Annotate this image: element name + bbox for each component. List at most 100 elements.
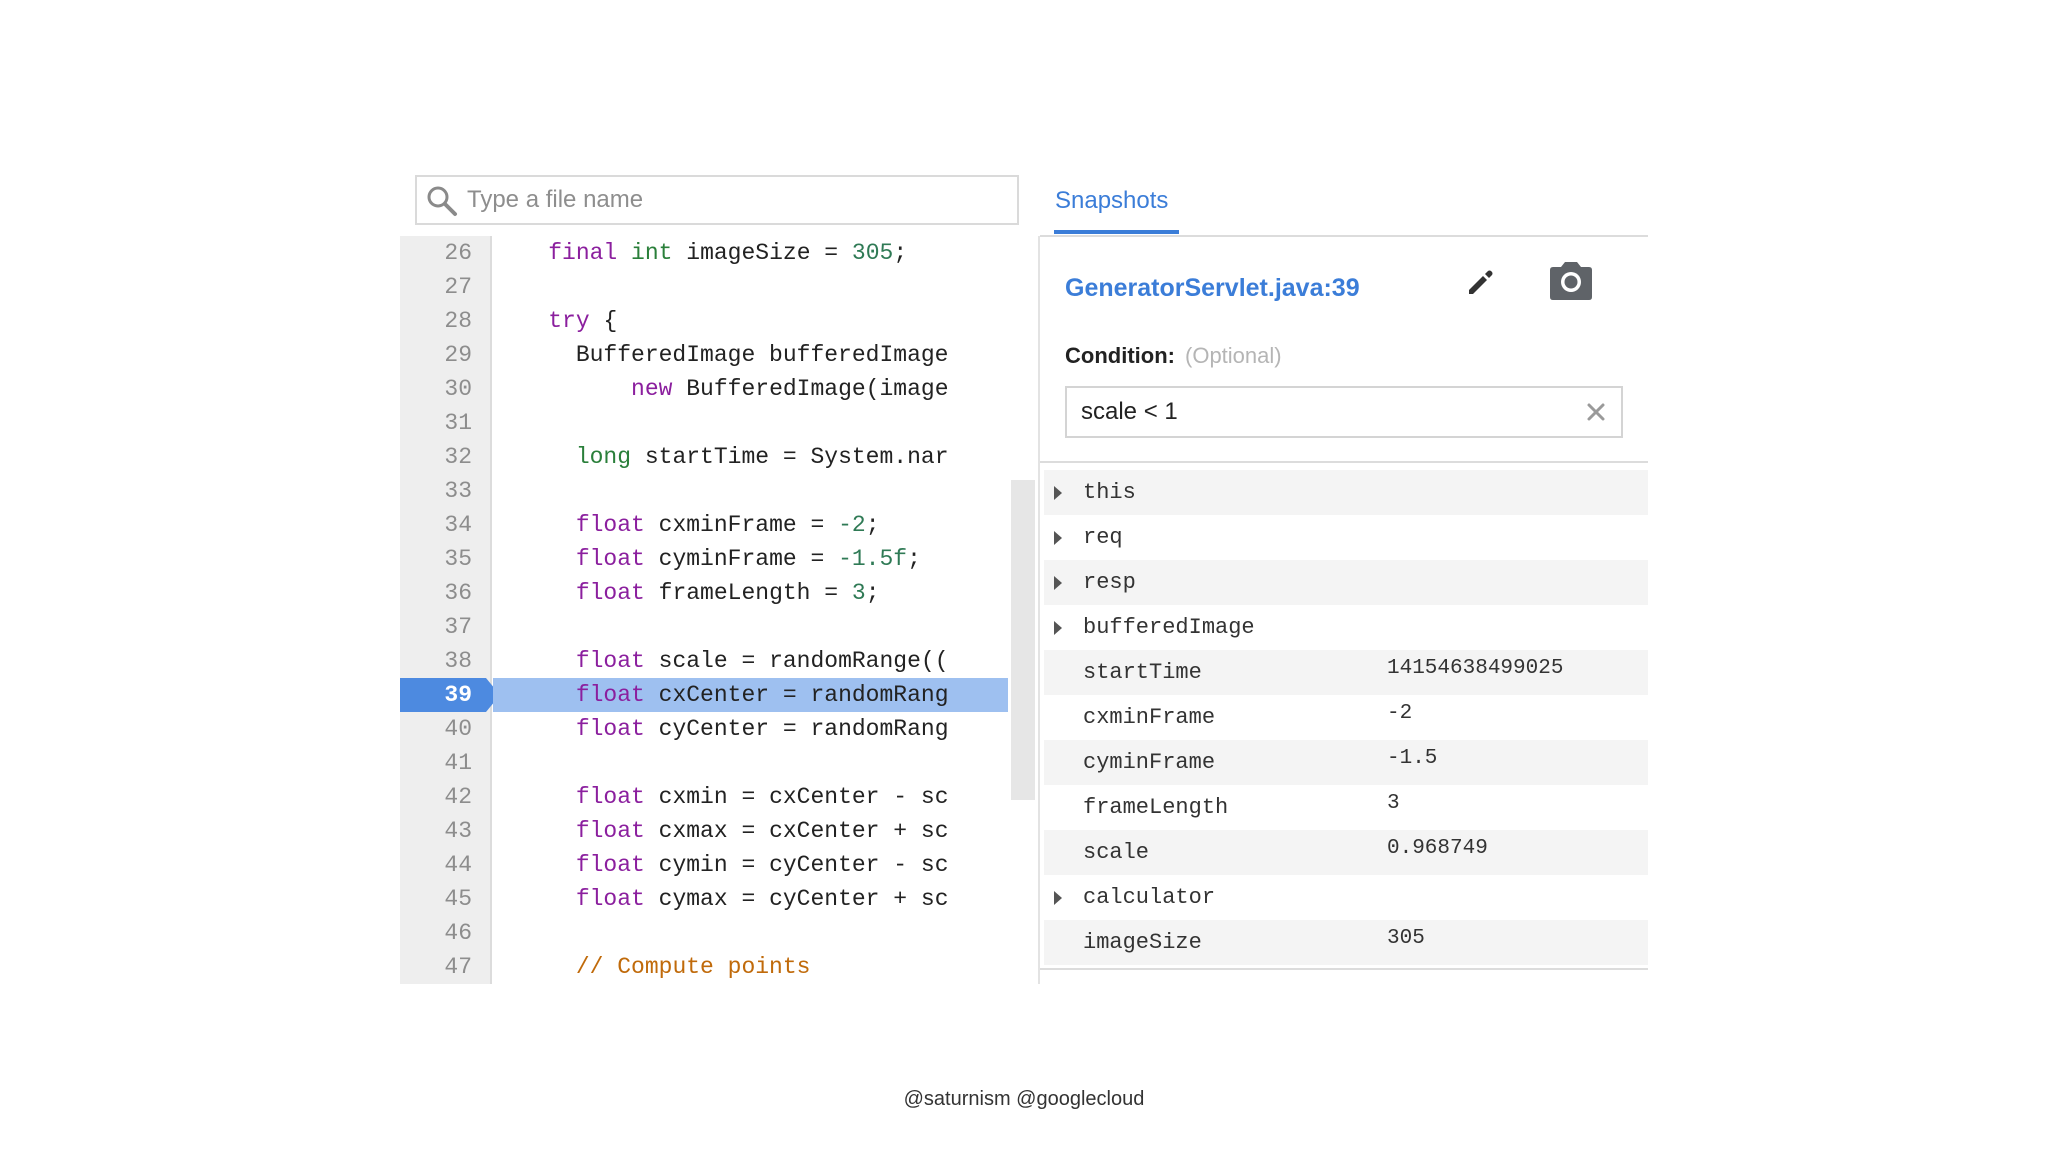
variable-name: imageSize	[1083, 930, 1202, 955]
condition-field[interactable]	[1065, 386, 1623, 438]
code-line: 28 try {	[400, 304, 1040, 338]
code-text: float cymax = cyCenter + sc	[493, 882, 1008, 916]
line-number[interactable]: 46	[400, 916, 472, 950]
variable-value: -2	[1387, 702, 1413, 725]
line-number[interactable]: 32	[400, 440, 472, 474]
variable-row[interactable]: bufferedImage	[1044, 605, 1648, 650]
code-line: 37	[400, 610, 1040, 644]
line-number[interactable]: 41	[400, 746, 472, 780]
line-number[interactable]: 36	[400, 576, 472, 610]
variable-row[interactable]: resp	[1044, 560, 1648, 605]
code-editor[interactable]: 26 final int imageSize = 305; 27 28 try {2…	[400, 236, 1040, 984]
expand-arrow-icon[interactable]	[1054, 486, 1062, 500]
pane-divider[interactable]	[1038, 236, 1040, 984]
variable-value: 305	[1387, 927, 1425, 950]
code-token: float	[575, 852, 645, 878]
code-text: BufferedImage bufferedImage	[493, 338, 1008, 372]
code-token: cymin = cyCenter - sc	[644, 852, 949, 878]
variable-row[interactable]: calculator	[1044, 875, 1648, 920]
file-search-input[interactable]	[467, 183, 1007, 217]
code-token: float	[575, 546, 645, 572]
variable-name: cxminFrame	[1083, 705, 1216, 730]
line-number[interactable]: 30	[400, 372, 472, 406]
variable-row[interactable]: req	[1044, 515, 1648, 560]
line-number[interactable]: 44	[400, 848, 472, 882]
line-number[interactable]: 43	[400, 814, 472, 848]
code-token: float	[575, 886, 645, 912]
code-text: float cyminFrame = -1.5f;	[493, 542, 1008, 576]
code-token: cxminFrame =	[644, 512, 839, 538]
code-token: float	[575, 784, 645, 810]
variable-row: cyminFrame -1.5	[1044, 740, 1648, 785]
code-token: cyminFrame =	[644, 546, 839, 572]
camera-icon[interactable]	[1546, 258, 1596, 304]
tab-snapshots[interactable]: Snapshots	[1054, 184, 1169, 234]
code-line: 44 float cymin = cyCenter - sc	[400, 848, 1040, 882]
variable-name: scale	[1083, 840, 1150, 865]
code-line: 39 float cxCenter = randomRang	[400, 678, 1040, 712]
pencil-icon[interactable]	[1463, 266, 1497, 300]
line-number[interactable]: 27	[400, 270, 472, 304]
code-line: 34 float cxminFrame = -2;	[400, 508, 1040, 542]
expand-arrow-icon[interactable]	[1054, 576, 1062, 590]
code-token: new	[631, 376, 673, 402]
code-scrollbar[interactable]	[1011, 480, 1035, 800]
code-text: long startTime = System.nar	[493, 440, 1008, 474]
variable-name: frameLength	[1083, 795, 1229, 820]
variables-divider	[1040, 461, 1648, 463]
line-number[interactable]: 37	[400, 610, 472, 644]
breakpoint-location[interactable]: GeneratorServlet.java:39	[1065, 270, 1360, 306]
code-line: 26 final int imageSize = 305;	[400, 236, 1040, 270]
variable-row: startTime 14154638499025	[1044, 650, 1648, 695]
line-number[interactable]: 29	[400, 338, 472, 372]
code-line: 46	[400, 916, 1040, 950]
line-number[interactable]: 47	[400, 950, 472, 984]
expand-arrow-icon[interactable]	[1054, 531, 1062, 545]
condition-input[interactable]	[1081, 396, 1561, 428]
condition-optional-hint: (Optional)	[1185, 343, 1282, 368]
line-number[interactable]: 34	[400, 508, 472, 542]
code-token: float	[575, 648, 645, 674]
line-number[interactable]: 26	[400, 236, 472, 270]
clear-icon[interactable]	[1585, 401, 1607, 423]
line-number[interactable]: 42	[400, 780, 472, 814]
code-token: startTime = System.nar	[631, 444, 949, 470]
expand-arrow-icon[interactable]	[1054, 891, 1062, 905]
line-number[interactable]: 33	[400, 474, 472, 508]
line-number[interactable]: 45	[400, 882, 472, 916]
tab-active-indicator	[1054, 230, 1179, 234]
code-token: long	[575, 444, 632, 470]
line-number[interactable]: 35	[400, 542, 472, 576]
variable-value: 14154638499025	[1387, 657, 1564, 680]
expand-arrow-icon[interactable]	[1054, 621, 1062, 635]
line-number[interactable]: 39	[400, 678, 472, 712]
line-number[interactable]: 31	[400, 406, 472, 440]
code-text: // Compute points	[493, 950, 1008, 984]
code-token: try	[548, 308, 590, 334]
variable-name: startTime	[1083, 660, 1202, 685]
line-number[interactable]: 38	[400, 644, 472, 678]
code-token: cxCenter = randomRang	[644, 682, 949, 708]
variable-row: scale 0.968749	[1044, 830, 1648, 875]
code-token: final	[548, 240, 618, 266]
code-token: BufferedImage(image	[672, 376, 949, 402]
variable-row: cxminFrame -2	[1044, 695, 1648, 740]
file-search-box[interactable]	[415, 175, 1019, 225]
line-number[interactable]: 28	[400, 304, 472, 338]
variable-row: imageSize 305	[1044, 920, 1648, 965]
code-token: ;	[865, 512, 880, 538]
line-number[interactable]: 40	[400, 712, 472, 746]
code-line: 30 new BufferedImage(image	[400, 372, 1040, 406]
code-token: scale = randomRange((	[644, 648, 949, 674]
variable-row[interactable]: this	[1044, 470, 1648, 515]
